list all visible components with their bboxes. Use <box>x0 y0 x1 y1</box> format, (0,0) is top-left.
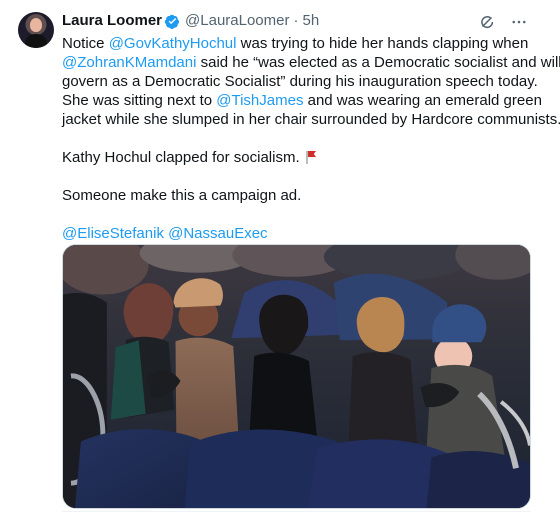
avatar-face-shape <box>30 18 42 32</box>
bottom-divider <box>62 511 531 515</box>
text-segment: govern as a Democratic Socialist” during… <box>62 73 538 90</box>
text-segment: said he “was elected as a Democratic soc… <box>196 54 560 71</box>
tweet-line: Kathy Hochul clapped for socialism. <box>62 148 532 167</box>
tweet-line: Notice @GovKathyHochul was trying to hid… <box>62 34 532 53</box>
tweet-line: Someone make this a campaign ad. <box>62 186 532 205</box>
text-segment: jacket while she slumped in her chair su… <box>62 111 560 128</box>
tweet-line: @ZohranKMamdani said he “was elected as … <box>62 53 560 72</box>
mentions-footer[interactable]: @EliseStefanik @NassauExec <box>62 224 532 243</box>
text-segment: She was sitting next to <box>62 92 217 109</box>
header-separator: · <box>293 12 299 29</box>
tweet-line: govern as a Democratic Socialist” during… <box>62 72 538 91</box>
mention-link[interactable]: @GovKathyHochul <box>109 35 237 52</box>
header-actions <box>478 13 528 31</box>
text-segment: Someone make this a campaign ad. <box>62 187 302 204</box>
mention-link[interactable]: @TishJames <box>216 92 303 109</box>
tweet-line: She was sitting next to @TishJames and w… <box>62 91 542 110</box>
red-flag-icon <box>306 151 316 164</box>
tweet-line: jacket while she slumped in her chair su… <box>62 110 560 129</box>
grok-icon[interactable] <box>478 13 496 31</box>
text-segment: Notice <box>62 35 109 52</box>
author-avatar[interactable] <box>18 12 54 48</box>
tweet-content: Laura Loomer @LauraLoomer · 5h Notice @G… <box>62 10 560 243</box>
tweet-card[interactable]: Laura Loomer @LauraLoomer · 5h Notice @G… <box>0 0 560 515</box>
mention-link[interactable]: @ZohranKMamdani <box>62 54 196 71</box>
text-segment: was trying to hide her hands clapping wh… <box>236 35 529 52</box>
tweet-header: Laura Loomer @LauraLoomer · 5h <box>62 10 532 32</box>
text-segment: Kathy Hochul clapped for socialism. <box>62 149 300 166</box>
tweet-media[interactable] <box>62 244 531 509</box>
author-handle[interactable]: @LauraLoomer <box>185 11 289 31</box>
verified-badge-icon <box>165 14 180 29</box>
photo-illustration <box>63 245 530 508</box>
tweet-time[interactable]: 5h <box>302 11 319 31</box>
text-segment: and was wearing an emerald green <box>303 92 542 109</box>
avatar-body-shape <box>25 34 47 48</box>
more-options-icon[interactable] <box>510 13 528 31</box>
author-display-name[interactable]: Laura Loomer <box>62 11 162 31</box>
tweet-text: Notice @GovKathyHochul was trying to hid… <box>62 34 560 243</box>
